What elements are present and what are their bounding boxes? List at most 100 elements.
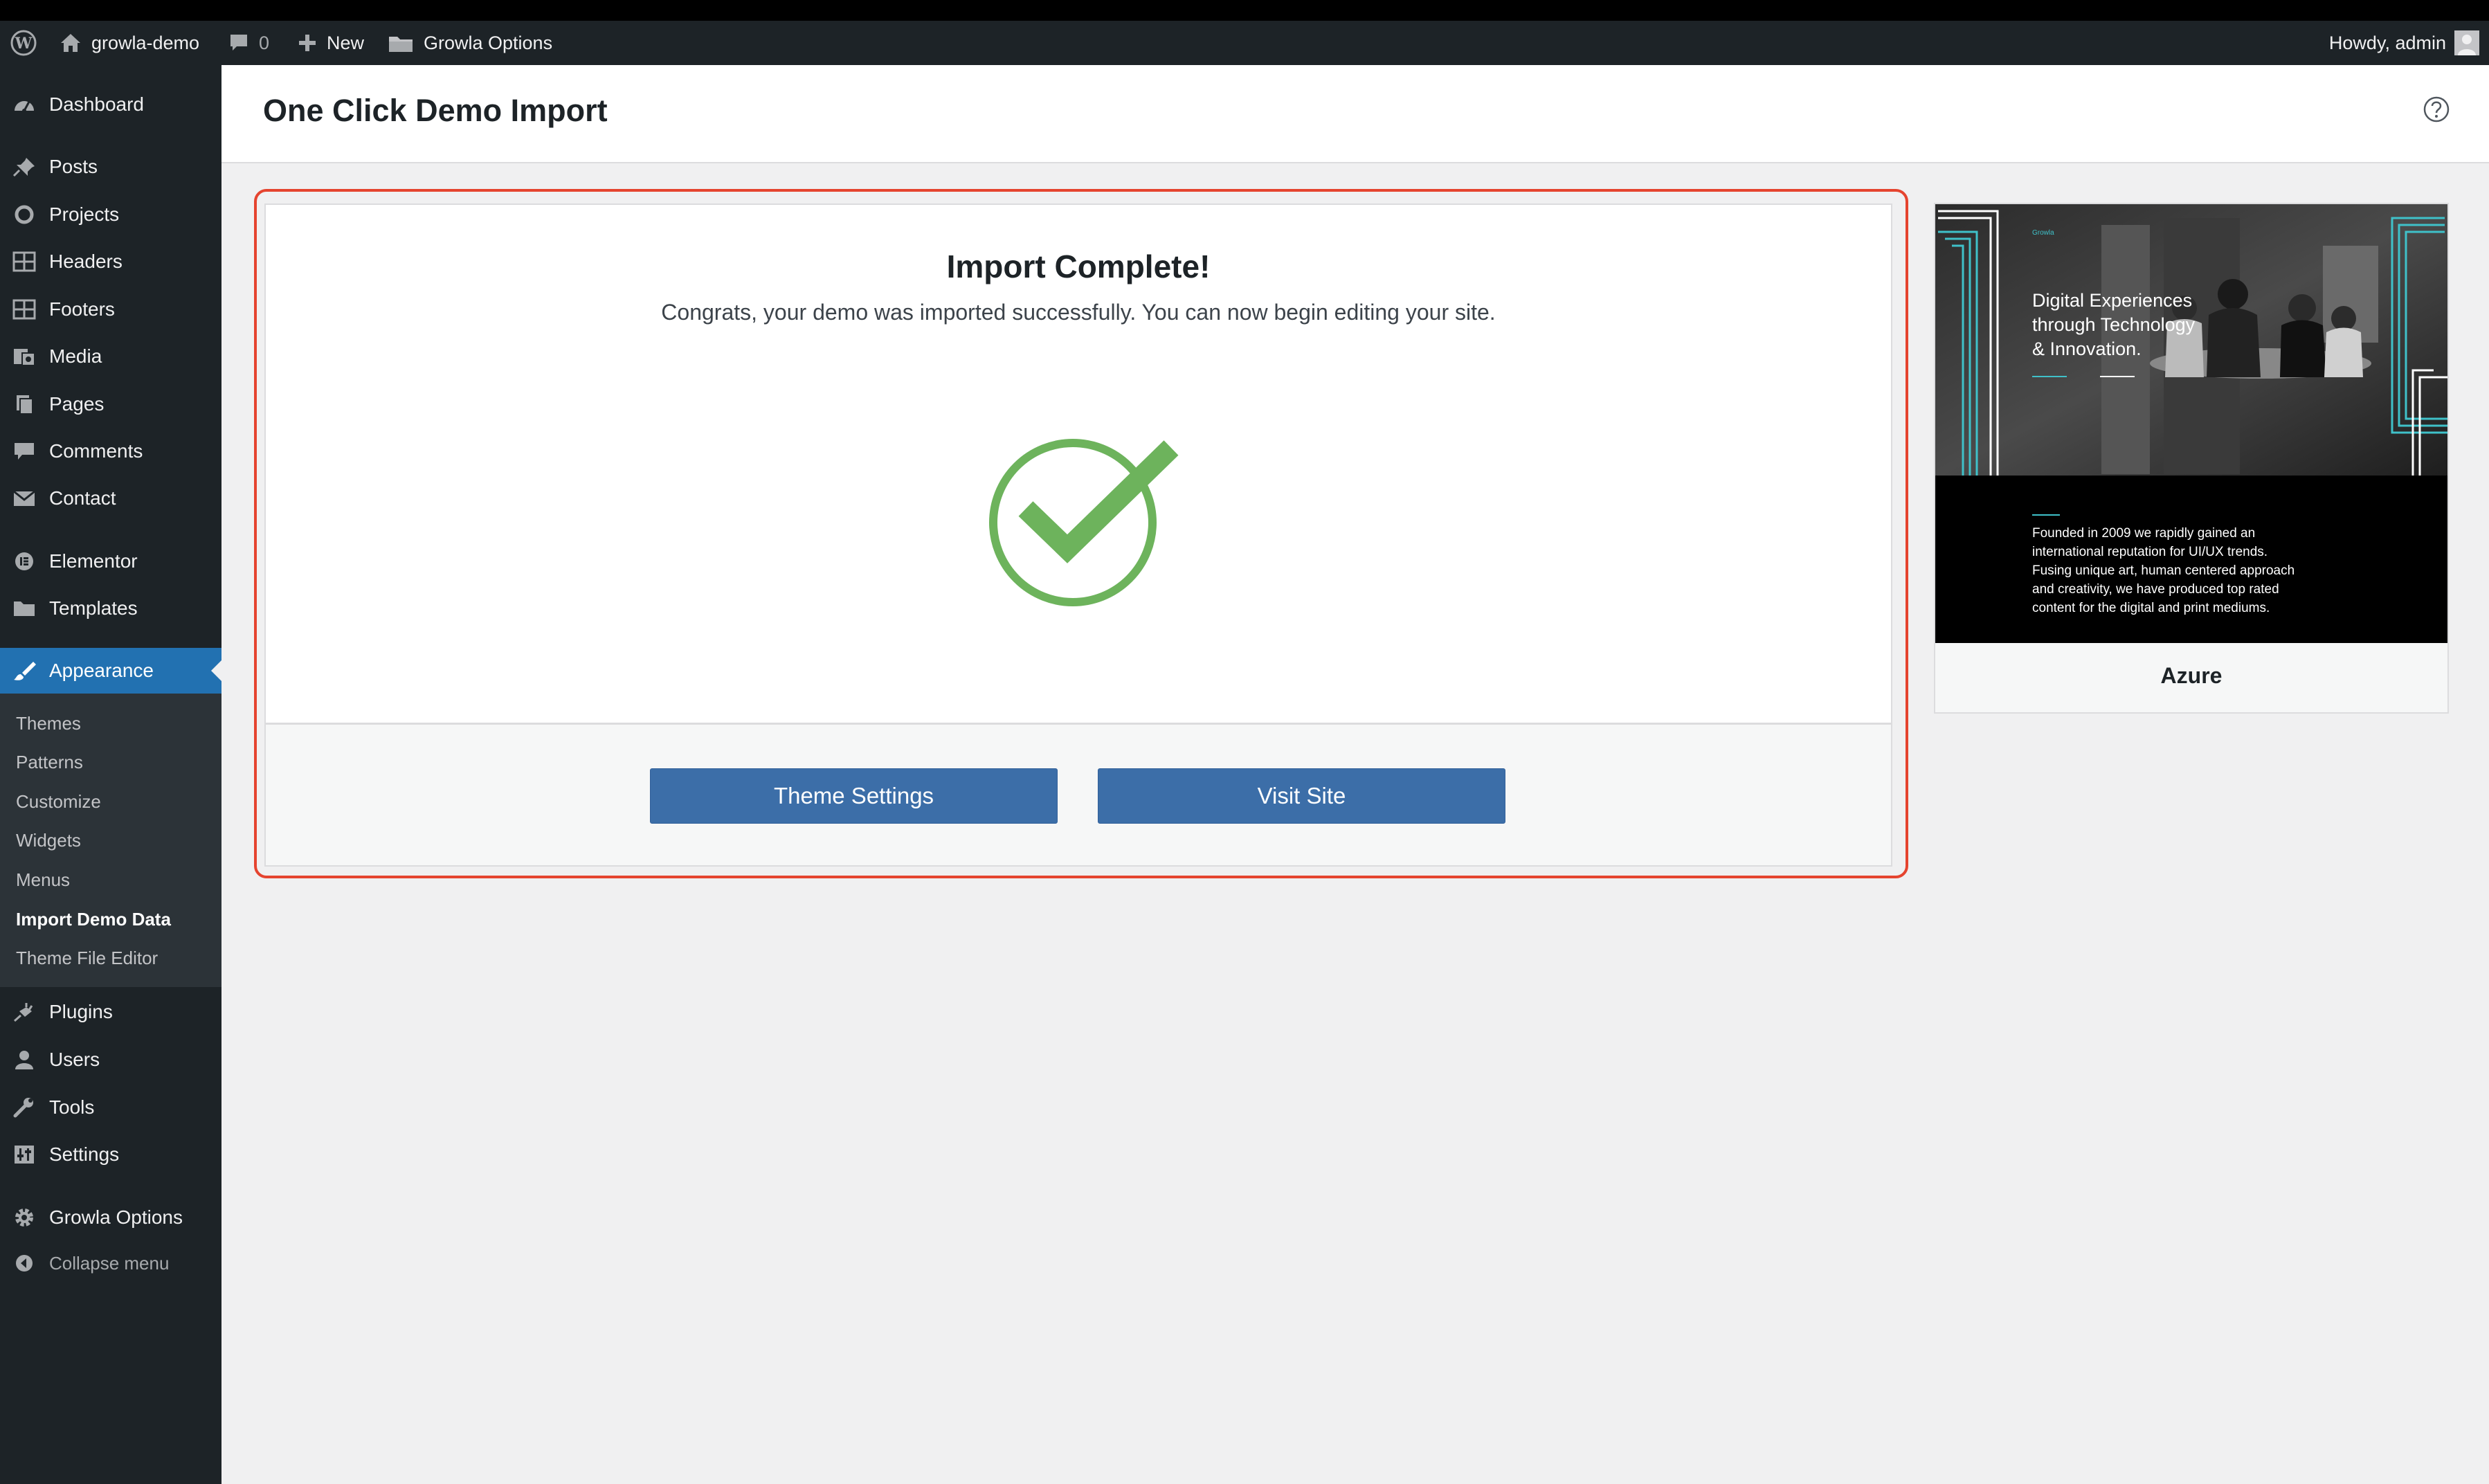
preview-body-1: Founded in 2009 we rapidly gained an — [2032, 526, 2255, 541]
sidebar-item-label: Appearance — [49, 660, 154, 681]
wrench-icon — [12, 1097, 36, 1118]
sidebar-item-label: Contact — [49, 487, 116, 509]
sidebar-item-label: Footers — [49, 298, 115, 320]
paintbrush-icon — [12, 660, 36, 681]
wordpress-icon: W — [10, 29, 37, 57]
sidebar-item-growla-options[interactable]: Growla Options — [0, 1197, 221, 1238]
submenu-item-menus[interactable]: Menus — [16, 869, 70, 891]
submenu-item-themes[interactable]: Themes — [16, 713, 81, 734]
comment-icon — [228, 33, 249, 53]
site-name: growla-demo — [91, 32, 200, 53]
demo-preview-image: Growla Digital Experiences through Techn… — [1935, 204, 2447, 643]
growla-options-menu[interactable]: Growla Options — [388, 21, 552, 65]
sidebar-item-contact[interactable]: Contact — [0, 478, 221, 519]
sidebar-item-label: Tools — [49, 1096, 95, 1118]
plug-icon — [12, 1002, 36, 1022]
sidebar-item-label: Settings — [49, 1143, 120, 1165]
sidebar-item-plugins[interactable]: Plugins — [0, 991, 221, 1033]
submenu-item-patterns[interactable]: Patterns — [16, 752, 83, 773]
sidebar-item-elementor[interactable]: Elementor — [0, 541, 221, 582]
circle-icon — [12, 204, 36, 225]
growla-options-label: Growla Options — [424, 32, 553, 53]
sidebar-item-label: Plugins — [49, 1001, 113, 1022]
sidebar-item-pages[interactable]: Pages — [0, 383, 221, 425]
sidebar-item-label: Pages — [49, 393, 105, 415]
wp-logo-menu[interactable]: W — [10, 21, 47, 65]
gear-icon — [12, 1207, 36, 1228]
import-actions-footer — [264, 724, 1892, 867]
new-label: New — [327, 32, 365, 53]
sidebar-item-label: Media — [49, 345, 102, 367]
sidebar-item-projects[interactable]: Projects — [0, 194, 221, 235]
sidebar-item-templates[interactable]: Templates — [0, 588, 221, 629]
help-icon[interactable] — [2423, 96, 2450, 123]
import-complete-title: Import Complete! — [946, 248, 1211, 284]
top-strip — [0, 0, 2489, 21]
preview-headline-3: & Innovation. — [2032, 338, 2142, 359]
sidebar-item-comments[interactable]: Comments — [0, 431, 221, 472]
sidebar-item-label: Users — [49, 1049, 100, 1070]
plus-icon — [298, 33, 317, 53]
comments-count: 0 — [259, 32, 270, 53]
avatar — [2454, 30, 2479, 55]
sidebar-item-label: Headers — [49, 251, 123, 272]
sidebar-item-footers[interactable]: Footers — [0, 289, 221, 330]
demo-name: Azure — [2160, 663, 2223, 688]
sidebar-item-posts[interactable]: Posts — [0, 146, 221, 188]
folder-icon — [12, 598, 36, 619]
submenu-item-widgets[interactable]: Widgets — [16, 830, 81, 851]
sidebar-item-tools[interactable]: Tools — [0, 1087, 221, 1128]
collapse-menu-button[interactable]: Collapse menu — [0, 1242, 221, 1284]
collapse-icon — [12, 1253, 36, 1274]
submenu-item-theme-file-editor[interactable]: Theme File Editor — [16, 948, 158, 969]
sidebar-item-label: Dashboard — [49, 93, 144, 115]
sidebar-item-label: Projects — [49, 203, 120, 225]
sidebar-item-label: Posts — [49, 156, 98, 177]
table-icon — [12, 251, 36, 272]
pushpin-icon — [12, 156, 36, 177]
import-complete-message: Congrats, your demo was imported success… — [661, 300, 1496, 325]
submenu-item-customize[interactable]: Customize — [16, 791, 101, 813]
sidebar-item-dashboard[interactable]: Dashboard — [0, 84, 221, 125]
pages-icon — [12, 394, 36, 415]
media-icon — [12, 346, 36, 367]
sidebar-item-media[interactable]: Media — [0, 336, 221, 377]
svg-text:W: W — [15, 35, 33, 53]
collapse-menu-label: Collapse menu — [49, 1253, 170, 1274]
preview-body-5: content for the digital and print medium… — [2032, 601, 2270, 615]
table-icon — [12, 299, 36, 320]
preview-headline-2: through Technology — [2032, 314, 2196, 335]
preview-body-2: international reputation for UI/UX trend… — [2032, 545, 2268, 559]
folder-icon — [388, 33, 414, 53]
howdy-text: Howdy, admin — [2328, 32, 2446, 53]
elementor-icon — [12, 551, 36, 572]
comments-menu[interactable]: 0 — [228, 21, 269, 65]
comment-icon — [12, 441, 36, 462]
visit-site-button[interactable]: Visit Site — [1098, 768, 1505, 824]
sidebar-item-label: Growla Options — [49, 1206, 183, 1228]
envelope-icon — [12, 488, 36, 509]
theme-settings-button[interactable]: Theme Settings — [650, 768, 1058, 824]
sidebar-item-label: Templates — [49, 597, 138, 619]
preview-headline-1: Digital Experiences — [2032, 290, 2192, 311]
preview-brand: Growla — [2032, 229, 2054, 237]
sidebar-item-label: Elementor — [49, 550, 138, 572]
preview-body-4: and creativity, we have produced top rat… — [2032, 582, 2279, 597]
sidebar-item-headers[interactable]: Headers — [0, 241, 221, 282]
preview-body-3: Fusing unique art, human centered approa… — [2032, 563, 2295, 578]
dashboard-icon — [12, 94, 36, 115]
page-title: One Click Demo Import — [263, 93, 608, 128]
sidebar-item-users[interactable]: Users — [0, 1039, 221, 1080]
site-name-menu[interactable]: growla-demo — [60, 21, 199, 65]
sidebar-item-appearance[interactable]: Appearance — [0, 648, 221, 694]
user-icon — [12, 1049, 36, 1070]
current-menu-arrow — [211, 660, 221, 681]
sidebar-item-settings[interactable]: Settings — [0, 1134, 221, 1175]
home-icon — [60, 33, 82, 53]
submenu-item-import-demo-data[interactable]: Import Demo Data — [16, 909, 171, 930]
success-checkmark-icon — [983, 433, 1191, 613]
new-content-menu[interactable]: New — [298, 21, 364, 65]
sidebar-item-label: Comments — [49, 440, 143, 462]
settings-icon — [12, 1144, 36, 1165]
my-account-menu[interactable]: Howdy, admin — [2329, 21, 2479, 65]
